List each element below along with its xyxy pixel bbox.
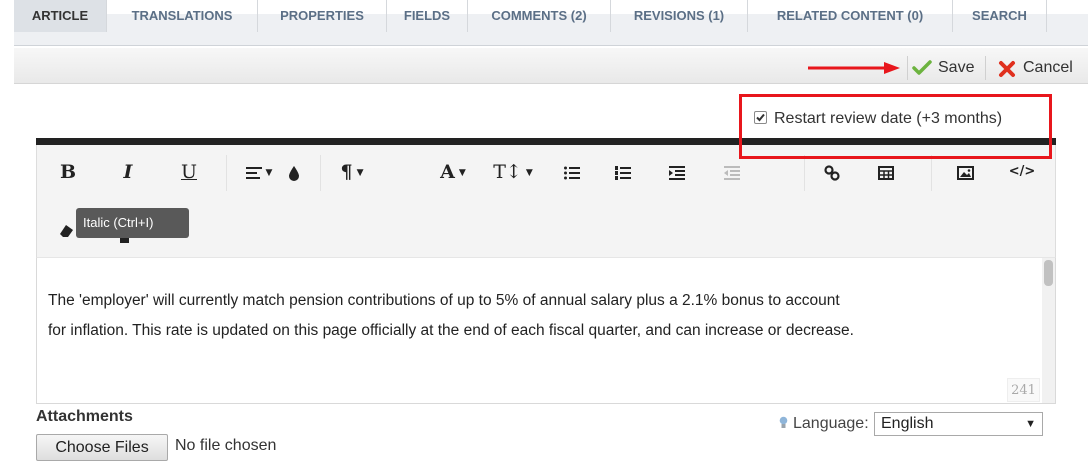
checkmark-icon [912,60,932,75]
attachments-label: Attachments [36,408,133,425]
toolbar-separator [931,155,932,191]
tab-properties[interactable]: PROPERTIES [258,0,387,32]
toolbar-separator [320,155,321,191]
editor-body-text[interactable]: The 'employer' will currently match pens… [48,286,1038,346]
tab-comments[interactable]: COMMENTS (2) [468,0,611,32]
language-label-text: Language: [793,415,869,432]
italic-tooltip: Italic (Ctrl+I) [76,208,189,238]
x-icon [999,61,1015,77]
bulleted-list-icon [564,166,580,180]
align-left-icon [245,167,262,179]
link-button[interactable] [820,158,844,186]
align-dropdown[interactable]: ▼ [240,158,278,186]
outdent-button[interactable] [720,158,744,186]
language-value: English [881,415,934,432]
restart-review-checkbox[interactable] [754,111,767,124]
tab-article[interactable]: ARTICLE [14,0,107,32]
toolbar-separator [226,155,227,191]
cancel-label: Cancel [1023,59,1073,76]
word-count: 241 [1007,378,1040,402]
tab-related-content[interactable]: RELATED CONTENT (0) [748,0,953,32]
indent-icon [669,166,685,180]
indent-button[interactable] [665,158,689,186]
text-color-button[interactable] [283,158,305,186]
underline-button[interactable]: U [177,158,201,186]
lightbulb-icon [779,416,788,428]
arrow-icon [808,62,900,74]
tab-fields[interactable]: FIELDS [387,0,468,32]
checkbox-check-icon [756,113,765,122]
restart-review-label: Restart review date (+3 months) [774,110,1003,127]
clear-format-button[interactable] [58,215,76,243]
italic-button[interactable]: I [116,158,140,186]
numbered-list-icon [615,166,631,180]
tab-translations[interactable]: TRANSLATIONS [107,0,258,32]
image-button[interactable] [953,158,977,186]
body-line: for inflation. This rate is updated on t… [48,322,854,339]
choose-files-button[interactable]: Choose Files [36,434,168,461]
cancel-button[interactable]: Cancel [990,56,1088,80]
chevron-down-icon: ▼ [1025,418,1036,430]
paragraph-dropdown[interactable]: ¶ ▼ [332,158,372,186]
tab-search[interactable]: SEARCH [953,0,1047,32]
font-size-dropdown[interactable]: T↕ ▼ [491,158,535,186]
ordered-list-button[interactable] [611,158,635,186]
bold-button[interactable]: B [56,158,80,186]
tab-revisions[interactable]: REVISIONS (1) [611,0,748,32]
scrollbar-thumb[interactable] [1044,260,1053,286]
body-line: The 'employer' will currently match pens… [48,292,840,309]
language-label: Language: [779,415,869,433]
save-button[interactable]: Save [907,56,986,80]
unordered-list-button[interactable] [560,158,584,186]
eraser-icon [60,225,73,237]
droplet-icon [289,166,299,181]
image-icon [956,166,974,180]
table-icon [878,166,894,180]
toolbar-separator [804,155,805,191]
language-select[interactable]: English ▼ [874,412,1043,436]
outdent-icon [724,166,740,180]
font-dropdown[interactable]: A ▼ [433,158,473,186]
file-status: No file chosen [175,437,277,454]
code-view-button[interactable]: </> [1008,158,1036,186]
link-icon [824,165,840,181]
save-label: Save [938,59,975,76]
table-button[interactable] [874,158,898,186]
